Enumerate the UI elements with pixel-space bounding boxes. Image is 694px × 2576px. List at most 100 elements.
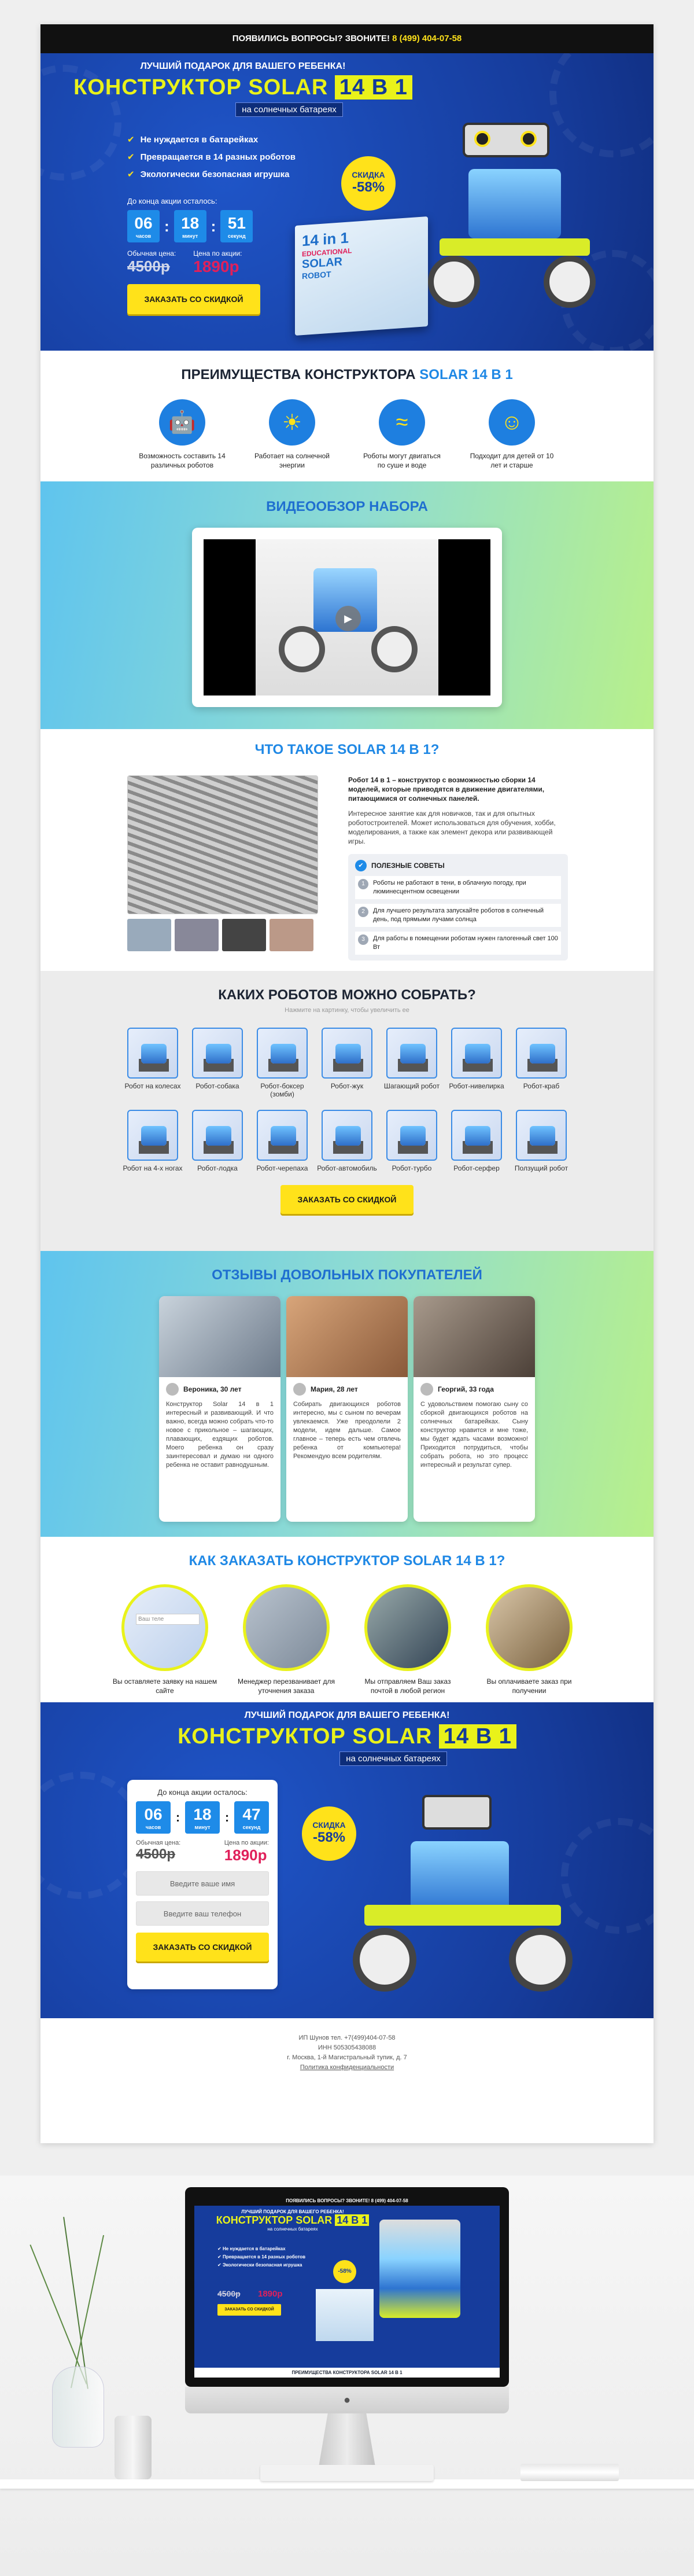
hero-pretitle: ЛУЧШИЙ ПОДАРОК ДЛЯ ВАШЕГО РЕБЕНКА! (140, 61, 346, 71)
about-section: ЧТО ТАКОЕ SOLAR 14 В 1? Робот 14 в 1 – к… (40, 729, 654, 971)
footer: ИП Шунов тел. +7(499)404-07-58 ИНН 50530… (40, 2018, 654, 2143)
advantage-item: ≈ Роботы могут двигаться по суше и воде (359, 399, 445, 470)
robot-card[interactable]: Робот-жук (316, 1028, 378, 1098)
feature-item: ✔ Не нуждается в батарейках (127, 135, 259, 145)
robot-card[interactable]: Шагающий робот (381, 1028, 443, 1098)
order-step: Менеджер перезванивает для уточнения зак… (231, 1584, 341, 1695)
robot-card[interactable]: Робот-собака (186, 1028, 249, 1098)
hero-countdown: До конца акции осталось: 06 часов: 18 мину… (127, 197, 266, 314)
tip-item: 3 Для работы в помещении роботам нужен га… (355, 932, 561, 955)
gallery-thumb[interactable] (175, 919, 219, 951)
review-card: Вероника, 30 лет Конструктор Solar 14 в … (159, 1296, 280, 1522)
tips-box: ✔ ПОЛЕЗНЫЕ СОВЕТЫ 1 Роботы не работают в т… (348, 854, 568, 961)
robot-card[interactable]: Робот-автомобиль (316, 1110, 378, 1172)
hero-order-button[interactable]: ЗАКАЗАТЬ СО СКИДКОЙ (127, 284, 260, 314)
advantage-item: ☀ Работает на солнечной энергии (249, 399, 335, 470)
about-gallery (127, 775, 318, 951)
order-steps-section: КАК ЗАКАЗАТЬ КОНСТРУКТОР SOLAR 14 В 1? В… (40, 1537, 654, 1702)
robot-card[interactable]: Ползущий робот (510, 1110, 573, 1172)
order-title: КАК ЗАКАЗАТЬ КОНСТРУКТОР SOLAR 14 В 1? (189, 1553, 505, 1569)
robot-card[interactable]: Робот-черепаха (251, 1110, 313, 1172)
gallery-thumb[interactable] (127, 919, 171, 951)
plant-image (23, 2216, 127, 2448)
desk-scene: ПОЯВИЛИСЬ ВОПРОСЫ? ЗВОНИТЕ! 8 (499) 404-… (0, 2176, 694, 2576)
hero-title-highlight: 14 В 1 (334, 75, 412, 100)
video-title: ВИДЕООБЗОР НАБОРА (266, 499, 428, 514)
check-icon: ✔ (127, 170, 135, 179)
final-pretitle: ЛУЧШИЙ ПОДАРОК ДЛЯ ВАШЕГО РЕБЕНКА! (244, 1710, 450, 1720)
robots-hint: Нажмите на картинку, чтобы увеличить ее (285, 1007, 409, 1014)
footer-inn: ИНН 505305438088 (318, 2044, 376, 2051)
final-subtitle: на солнечных батареях (339, 1751, 447, 1766)
check-icon: ✔ (127, 152, 135, 162)
play-icon[interactable]: ▶ (335, 606, 361, 631)
tip-item: 1 Роботы не работают в тени, в облачную п… (355, 876, 561, 899)
robot-card[interactable]: Робот-краб (510, 1028, 573, 1098)
old-price: Обычная цена: 4500р (127, 249, 176, 275)
final-robot-image (341, 1789, 584, 2009)
video-player[interactable]: ▶ (192, 528, 502, 707)
robot-card[interactable]: Робот на колесах (121, 1028, 184, 1098)
top-bar: ПОЯВИЛИСЬ ВОПРОСЫ? ЗВОНИТЕ! 8 (499) 404-… (40, 24, 654, 53)
landing-page: ПОЯВИЛИСЬ ВОПРОСЫ? ЗВОНИТЕ! 8 (499) 404-… (40, 24, 654, 2143)
advantage-item: 🤖 Возможность составить 14 различных робо… (139, 399, 226, 470)
order-step: Вы оплачиваете заказ при получении (474, 1584, 584, 1695)
timer-hours: 06 часов (127, 210, 160, 242)
top-bar-phone[interactable]: 8 (499) 404-07-58 (392, 34, 462, 43)
robot-card[interactable]: Робот на 4-х ногах (121, 1110, 184, 1172)
water-icon: ≈ (379, 399, 425, 446)
reviews-section: ОТЗЫВЫ ДОВОЛЬНЫХ ПОКУПАТЕЛЕЙ Вероника, 3… (40, 1251, 654, 1537)
final-title: КОНСТРУКТОР SOLAR 14 В 1 (40, 1724, 654, 1749)
apple-logo-icon: ● (343, 2394, 351, 2406)
final-order-button[interactable]: ЗАКАЗАТЬ СО СКИДКОЙ (136, 1933, 269, 1962)
about-lead: Робот 14 в 1 – конструктор с возможность… (348, 776, 545, 803)
monitor-screen: ПОЯВИЛИСЬ ВОПРОСЫ? ЗВОНИТЕ! 8 (499) 404-… (194, 2196, 500, 2378)
order-step: Ваш теле Вы оставляете заявку на нашем са… (110, 1584, 220, 1695)
video-section: ВИДЕООБЗОР НАБОРА ▶ (40, 481, 654, 729)
avatar (420, 1383, 433, 1396)
hero-section: ЛУЧШИЙ ПОДАРОК ДЛЯ ВАШЕГО РЕБЕНКА! КОНСТ… (40, 53, 654, 351)
timer-hours: 06 часов (136, 1801, 171, 1834)
robot-icon: 🤖 (159, 399, 205, 446)
advantages-section: ПРЕИМУЩЕСТВА КОНСТРУКТОРА SOLAR 14 В 1 🤖… (40, 351, 654, 481)
name-input[interactable]: Введите ваше имя (136, 1871, 269, 1896)
timer-minutes: 18 минут (174, 210, 206, 242)
discount-badge: СКИДКА -58% (341, 156, 396, 211)
robot-image (422, 111, 607, 331)
countdown-label: До конца акции осталось: (127, 197, 217, 205)
new-price: Цена по акции: 1890р (193, 249, 242, 275)
gallery-main-image[interactable] (127, 775, 318, 914)
sun-icon: ☀ (269, 399, 315, 446)
review-card: Георгий, 33 года С удовольствием помогаю… (414, 1296, 535, 1522)
check-circle-icon: ✔ (355, 860, 367, 871)
gallery-thumb[interactable] (270, 919, 313, 951)
avatar (293, 1383, 306, 1396)
speaker-image (115, 2416, 152, 2479)
stacked-papers-image (520, 2464, 619, 2481)
top-bar-text: ПОЯВИЛИСЬ ВОПРОСЫ? ЗВОНИТЕ! (232, 34, 390, 43)
robot-card[interactable]: Робот-турбо (381, 1110, 443, 1172)
footer-company: ИП Шунов тел. +7(499)404-07-58 (298, 2034, 396, 2041)
feature-item: ✔ Превращается в 14 разных роботов (127, 152, 296, 162)
order-step: Мы отправляем Ваш заказ почтой в любой р… (353, 1584, 463, 1695)
final-section: ЛУЧШИЙ ПОДАРОК ДЛЯ ВАШЕГО РЕБЕНКА! КОНСТ… (40, 1702, 654, 2018)
hero-title: КОНСТРУКТОР SOLAR 14 В 1 (40, 75, 445, 100)
review-card: Мария, 28 лет Собирать двигающихся робот… (286, 1296, 408, 1522)
timer-seconds: 51 секунд (220, 210, 253, 242)
new-price: Цена по акции: 1890р (224, 1839, 269, 1864)
order-form: До конца акции осталось: 06 часов: 18 мину… (127, 1780, 278, 1989)
gallery-thumb[interactable] (222, 919, 266, 951)
reviews-title: ОТЗЫВЫ ДОВОЛЬНЫХ ПОКУПАТЕЛЕЙ (212, 1267, 482, 1283)
robot-card[interactable]: Робот-боксер (зомби) (251, 1028, 313, 1098)
advantages-title: ПРЕИМУЩЕСТВА КОНСТРУКТОРА SOLAR 14 В 1 (181, 367, 513, 382)
advantage-item: ☺ Подходит для детей от 10 лет и старше (468, 399, 555, 470)
timer-seconds: 47 секунд (234, 1801, 269, 1834)
robot-card[interactable]: Робот-нивелирка (445, 1028, 508, 1098)
hero-features: ✔ Не нуждается в батарейках ✔ Превращается… (127, 134, 296, 179)
robot-card[interactable]: Робот-серфер (445, 1110, 508, 1172)
robot-card[interactable]: Робот-лодка (186, 1110, 249, 1172)
phone-input[interactable]: Введите ваш телефон (136, 1901, 269, 1926)
privacy-link[interactable]: Политика конфиденциальности (40, 2063, 654, 2073)
product-box: 14 in 1 EDUCATIONAL SOLAR ROBOT (295, 216, 428, 336)
robots-order-button[interactable]: ЗАКАЗАТЬ СО СКИДКОЙ (280, 1185, 414, 1214)
